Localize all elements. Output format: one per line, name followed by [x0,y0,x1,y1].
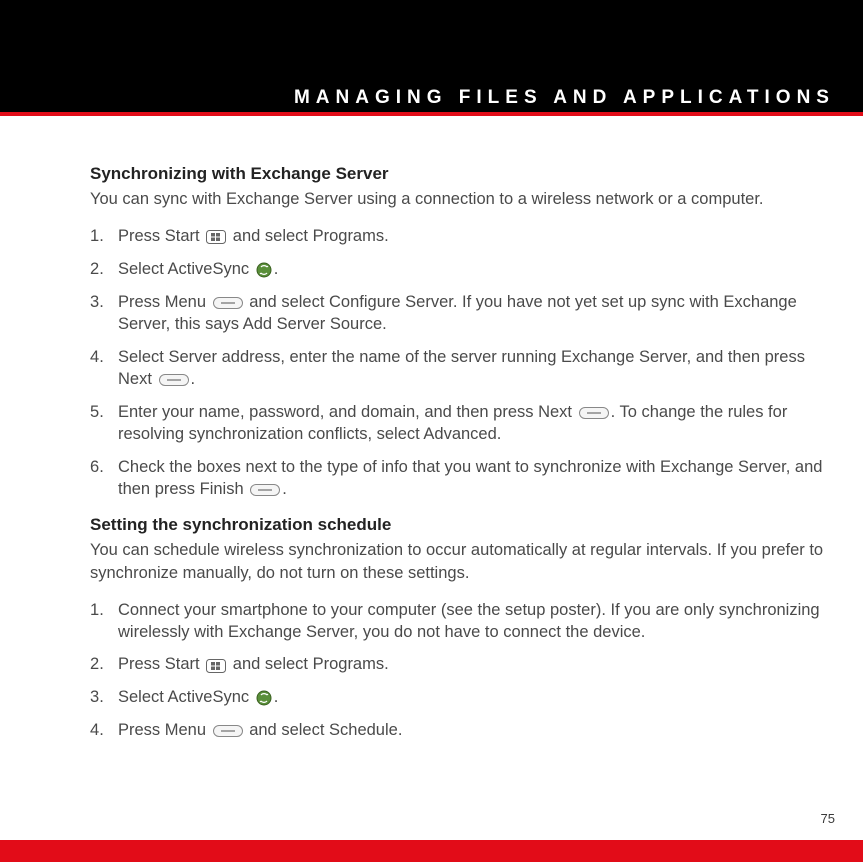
activesync-icon [256,258,272,280]
step-text: Select Server address, enter the name of… [118,348,805,388]
step-3: Press Menu and select Configure Server. … [90,291,835,336]
activesync-icon [256,687,272,709]
step-text: Press Menu [118,721,211,739]
step-1: Connect your smartphone to your computer… [90,599,835,644]
step-text: . [274,260,279,278]
step-5: Enter your name, password, and domain, a… [90,401,835,446]
step-text: Select ActiveSync [118,260,254,278]
step-text: Select ActiveSync [118,688,254,706]
step-text: and select Programs. [228,227,389,245]
section2-intro: You can schedule wireless synchronizatio… [90,539,835,585]
step-4: Select Server address, enter the name of… [90,346,835,391]
button-icon [213,720,243,742]
step-4: Press Menu and select Schedule. [90,719,835,742]
step-text: Press Menu [118,293,211,311]
footer: 75 [0,811,863,862]
section2-heading: Setting the synchronization schedule [90,515,835,535]
step-6: Check the boxes next to the type of info… [90,456,835,501]
page-number: 75 [0,811,863,840]
button-icon [159,368,189,390]
button-icon [579,401,609,423]
section2: Setting the synchronization schedule You… [90,515,835,742]
step-text: Press Start [118,655,204,673]
step-text: and select Programs. [228,655,389,673]
step-text: Enter your name, password, and domain, a… [118,403,577,421]
header-bar: MANAGING FILES AND APPLICATIONS [0,84,863,112]
step-text: . [274,688,279,706]
footer-red-bar [0,840,863,862]
button-icon [250,478,280,500]
section1-heading: Synchronizing with Exchange Server [90,164,835,184]
section2-steps: Connect your smartphone to your computer… [90,599,835,742]
start-icon [206,226,226,248]
step-text: Press Start [118,227,204,245]
start-icon [206,654,226,676]
button-icon [213,291,243,313]
step-text: . [282,480,287,498]
step-text: and select Schedule. [245,721,403,739]
step-1: Press Start and select Programs. [90,225,835,248]
section1-steps: Press Start and select Programs. Select … [90,225,835,501]
step-text: Connect your smartphone to your computer… [118,601,820,641]
step-2: Select ActiveSync . [90,258,835,281]
step-text: . [191,370,196,388]
step-2: Press Start and select Programs. [90,653,835,676]
page-content: Synchronizing with Exchange Server You c… [0,116,863,742]
section1-intro: You can sync with Exchange Server using … [90,188,835,211]
step-text: Check the boxes next to the type of info… [118,458,822,498]
top-black-bar [0,0,863,84]
step-3: Select ActiveSync . [90,686,835,709]
header-title: MANAGING FILES AND APPLICATIONS [294,87,835,109]
